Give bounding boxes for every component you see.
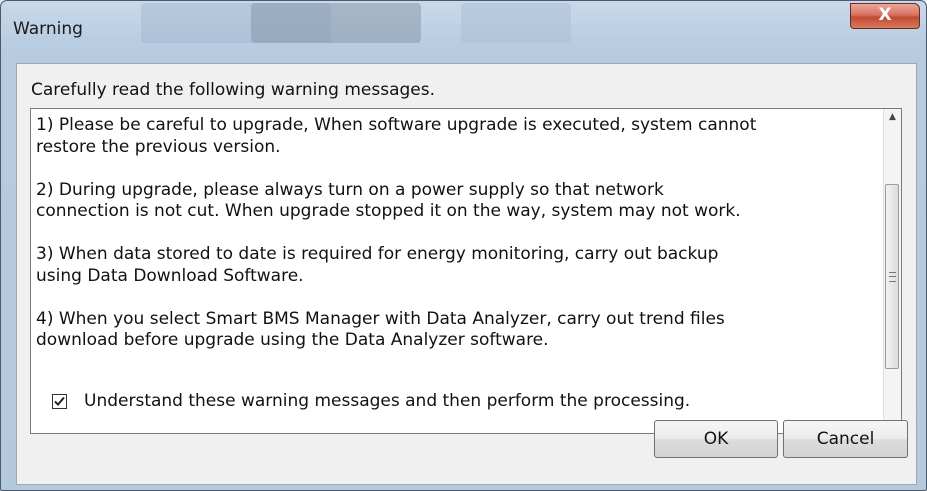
title-bar[interactable]: Warning X [1, 1, 926, 61]
scroll-thumb[interactable] [885, 184, 899, 369]
background-blur [251, 3, 421, 43]
warning-message-1: 1) Please be careful to upgrade, When so… [36, 115, 757, 157]
close-icon: X [878, 5, 892, 25]
ok-button[interactable]: OK [654, 420, 778, 458]
warning-message-3: 3) When data stored to date is required … [36, 244, 719, 286]
vertical-scrollbar[interactable]: ▲ ▼ [883, 109, 901, 433]
background-blur [461, 3, 571, 43]
dialog-body: Carefully read the following warning mes… [16, 63, 917, 485]
understand-checkbox-label[interactable]: Understand these warning messages and th… [84, 391, 690, 411]
grip-icon [889, 272, 896, 282]
understand-checkbox[interactable] [52, 394, 67, 409]
warning-messages-textbox[interactable]: 1) Please be careful to upgrade, When so… [30, 108, 902, 434]
checkmark-icon [54, 396, 65, 406]
cancel-button[interactable]: Cancel [783, 420, 908, 458]
warning-message-2: 2) During upgrade, please always turn on… [36, 179, 741, 222]
warning-message-4: 4) When you select Smart BMS Manager wit… [36, 308, 725, 351]
scroll-up-icon[interactable]: ▲ [884, 109, 901, 126]
warning-messages: 1) Please be careful to upgrade, When so… [36, 115, 861, 373]
close-button[interactable]: X [850, 3, 920, 29]
window-title: Warning [13, 19, 83, 39]
warning-dialog: Warning X Carefully read the following w… [0, 0, 927, 491]
dialog-header: Carefully read the following warning mes… [31, 80, 435, 100]
